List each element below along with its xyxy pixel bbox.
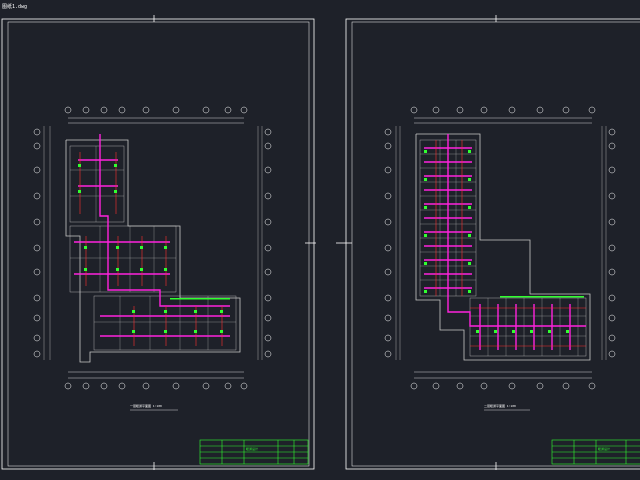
drawing-file-label: 图纸1.dwg bbox=[2, 4, 28, 10]
title-block-right-text: 暖通设计 bbox=[598, 447, 611, 451]
sheet-left-caption: 一层暖通平面图 1:100 bbox=[130, 404, 162, 408]
cad-model-space[interactable] bbox=[0, 0, 640, 480]
sheet-right-caption: 二层暖通平面图 1:100 bbox=[484, 404, 516, 408]
title-block-left-text: 暖通设计 bbox=[246, 447, 259, 451]
